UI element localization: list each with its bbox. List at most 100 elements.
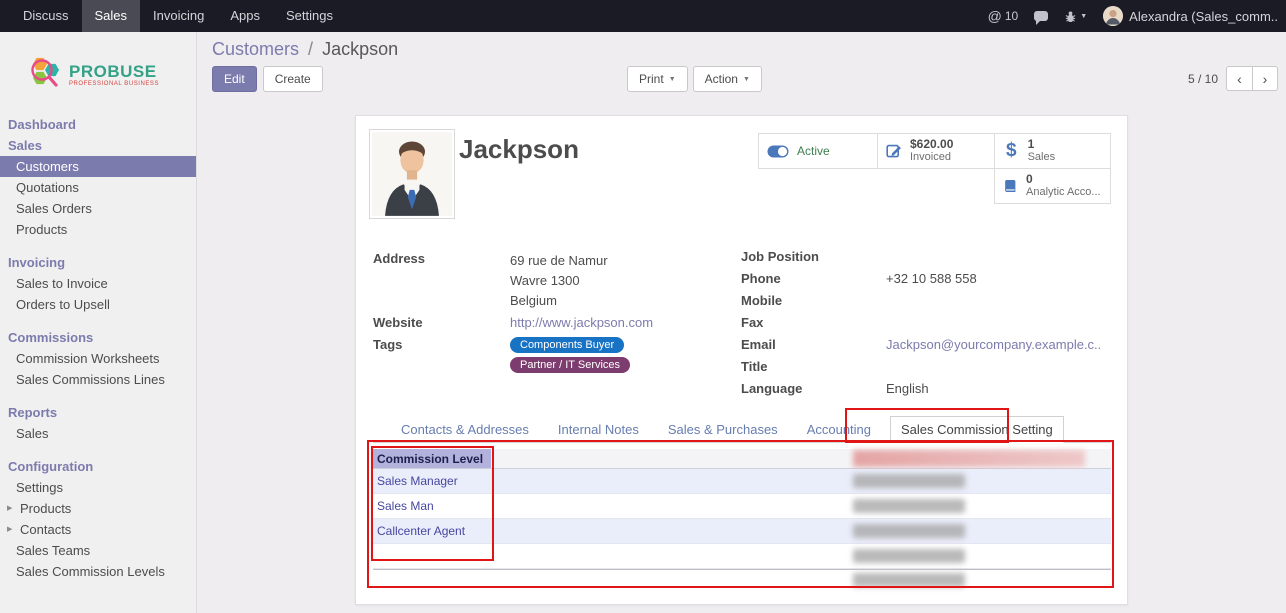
sidebar-item-label: Settings	[16, 477, 63, 498]
book-icon	[1003, 178, 1018, 194]
tag-partner-it-services[interactable]: Partner / IT Services	[510, 357, 630, 373]
sidebar-header-reports[interactable]: Reports	[0, 402, 196, 423]
phone-value[interactable]: +32 10 588 558	[886, 271, 977, 290]
commission-table: Commission Level Sales Manager Sales Man…	[373, 449, 1111, 589]
pager-next-button[interactable]: ›	[1252, 66, 1278, 91]
sidebar-header-commissions[interactable]: Commissions	[0, 327, 196, 348]
redacted-cell	[853, 524, 965, 538]
sidebar-item-config-products[interactable]: ▶ Products	[0, 498, 196, 519]
sidebar-item-label: Sales	[16, 423, 49, 444]
email-link[interactable]: Jackpson@yourcompany.example.c..	[886, 337, 1101, 356]
table-header-row: Commission Level	[373, 449, 1111, 469]
pager: 5 / 10 ‹ ›	[1188, 66, 1278, 91]
messages-button[interactable]	[1034, 9, 1048, 24]
table-row-sales-man[interactable]: Sales Man	[373, 494, 1111, 519]
sidebar-item-settings[interactable]: Settings	[0, 477, 196, 498]
stat-button-analytic-accounts[interactable]: 0 Analytic Acco...	[994, 168, 1111, 204]
pager-previous-button[interactable]: ‹	[1226, 66, 1252, 91]
sidebar-item-sales-orders[interactable]: Sales Orders	[0, 198, 196, 219]
partner-photo[interactable]	[369, 129, 455, 219]
user-menu[interactable]: Alexandra (Sales_comm..	[1103, 6, 1278, 26]
sidebar-item-orders-to-upsell[interactable]: Orders to Upsell	[0, 294, 196, 315]
topbar-systray: @ 10 ▼ Alexandra (Sales_comm..	[988, 0, 1286, 32]
tag-components-buyer[interactable]: Components Buyer	[510, 337, 624, 353]
phone-label: Phone	[741, 271, 886, 290]
dollar-icon: $	[1003, 140, 1020, 162]
brand-logo[interactable]: PROBUSE PROFESSIONAL BUSINESS	[0, 32, 196, 114]
chevron-right-icon: ›	[1263, 71, 1268, 87]
sidebar-header-invoicing[interactable]: Invoicing	[0, 252, 196, 273]
field-phone: Phone +32 10 588 558	[741, 271, 1111, 290]
notebook-tabs: Contacts & Addresses Internal Notes Sale…	[373, 416, 1111, 443]
field-tags: Tags Components Buyer Partner / IT Servi…	[373, 337, 723, 373]
sales-count: 1	[1028, 138, 1056, 151]
sidebar-item-commission-worksheets[interactable]: Commission Worksheets	[0, 348, 196, 369]
sidebar-section-commissions: Commissions Commission Worksheets Sales …	[0, 327, 196, 390]
language-value[interactable]: English	[886, 381, 929, 400]
probuse-logo-icon	[28, 56, 64, 94]
mentions-button[interactable]: @ 10	[988, 8, 1019, 24]
sidebar-item-dashboard[interactable]: Dashboard	[0, 114, 196, 135]
tags-value: Components Buyer Partner / IT Services	[510, 337, 630, 373]
redacted-cell	[853, 573, 965, 587]
sidebar-item-label: Sales Orders	[16, 198, 92, 219]
tab-sales-commission-setting[interactable]: Sales Commission Setting	[890, 416, 1064, 443]
create-button[interactable]: Create	[263, 66, 323, 92]
sidebar-item-sales-commissions-lines[interactable]: Sales Commissions Lines	[0, 369, 196, 390]
sidebar-item-products[interactable]: Products	[0, 219, 196, 240]
tab-sales-purchases[interactable]: Sales & Purchases	[658, 417, 788, 442]
menu-invoicing[interactable]: Invoicing	[140, 0, 217, 32]
sidebar-item-label: Contacts	[20, 519, 71, 540]
column-header-commission-level[interactable]: Commission Level	[373, 449, 491, 468]
table-row-empty[interactable]	[373, 544, 1111, 569]
sidebar-item-label: Products	[20, 498, 71, 519]
debug-menu-button[interactable]: ▼	[1064, 10, 1087, 23]
print-dropdown-button[interactable]: Print ▼	[627, 66, 688, 92]
tab-internal-notes[interactable]: Internal Notes	[548, 417, 649, 442]
sidebar-item-sales-to-invoice[interactable]: Sales to Invoice	[0, 273, 196, 294]
sidebar-item-sales-commission-levels[interactable]: Sales Commission Levels	[0, 561, 196, 582]
commission-level-cell: Callcenter Agent	[373, 524, 491, 538]
brand-name: PROBUSE	[69, 63, 159, 81]
chat-icon	[1034, 11, 1048, 21]
tab-accounting[interactable]: Accounting	[797, 417, 881, 442]
field-group-right: Job Position Phone +32 10 588 558 Mobile…	[741, 249, 1111, 403]
website-link[interactable]: http://www.jackpson.com	[510, 315, 653, 330]
stat-button-sales[interactable]: $ 1 Sales	[994, 133, 1111, 169]
redacted-header	[853, 450, 1085, 467]
field-address: Address 69 rue de Namur Wavre 1300 Belgi…	[373, 251, 723, 311]
tab-contacts-addresses[interactable]: Contacts & Addresses	[391, 417, 539, 442]
mention-icon: @	[988, 8, 1002, 24]
pencil-square-icon	[886, 143, 902, 159]
table-row-callcenter-agent[interactable]: Callcenter Agent	[373, 519, 1111, 544]
sidebar-header-sales[interactable]: Sales	[0, 135, 196, 156]
breadcrumb-customers-link[interactable]: Customers	[212, 39, 299, 59]
invoiced-amount: $620.00	[910, 138, 953, 151]
active-label: Active	[797, 144, 830, 158]
menu-discuss[interactable]: Discuss	[10, 0, 82, 32]
tags-label: Tags	[373, 337, 510, 373]
edit-button[interactable]: Edit	[212, 66, 257, 92]
address-city: Wavre 1300	[510, 271, 608, 291]
menu-sales[interactable]: Sales	[82, 0, 141, 32]
sidebar-header-configuration[interactable]: Configuration	[0, 456, 196, 477]
table-row-sales-manager[interactable]: Sales Manager	[373, 469, 1111, 494]
sidebar-item-sales-teams[interactable]: Sales Teams	[0, 540, 196, 561]
field-language: Language English	[741, 381, 1111, 400]
sidebar-item-config-contacts[interactable]: ▶ Contacts	[0, 519, 196, 540]
sidebar-item-customers[interactable]: Customers	[0, 156, 196, 177]
menu-apps[interactable]: Apps	[217, 0, 273, 32]
sidebar-item-reports-sales[interactable]: Sales	[0, 423, 196, 444]
stat-button-active[interactable]: Active	[758, 133, 878, 169]
language-label: Language	[741, 381, 886, 400]
action-dropdown-button[interactable]: Action ▼	[693, 66, 762, 92]
user-name: Alexandra (Sales_comm..	[1129, 9, 1278, 24]
chevron-down-icon: ▼	[1080, 13, 1087, 20]
sidebar-item-quotations[interactable]: Quotations	[0, 177, 196, 198]
address-label: Address	[373, 251, 510, 311]
commission-level-cell: Sales Manager	[373, 474, 491, 488]
menu-settings[interactable]: Settings	[273, 0, 346, 32]
stat-button-invoiced[interactable]: $620.00 Invoiced	[877, 133, 995, 169]
field-mobile: Mobile	[741, 293, 1111, 312]
address-value[interactable]: 69 rue de Namur Wavre 1300 Belgium	[510, 251, 608, 311]
